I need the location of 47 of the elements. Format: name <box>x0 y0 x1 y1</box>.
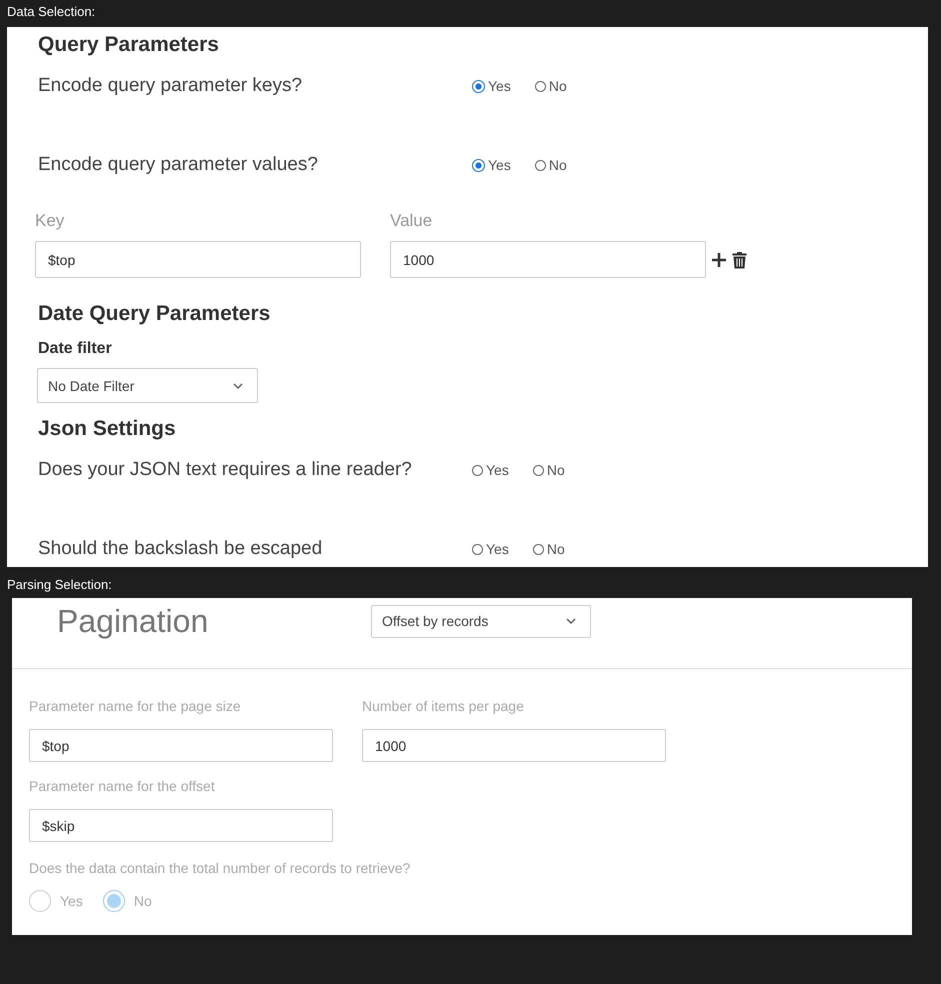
value-input[interactable]: 1000 <box>390 241 706 278</box>
radio-icon[interactable] <box>532 544 544 554</box>
radio-option[interactable]: Yes <box>472 541 509 557</box>
plus-icon <box>711 252 727 268</box>
radio-option[interactable]: No <box>532 462 565 478</box>
radio-option[interactable]: Yes <box>472 78 511 94</box>
chevron-down-icon <box>233 382 243 388</box>
field-label: Date filter <box>38 340 112 358</box>
text-input[interactable]: 1000 <box>362 729 666 762</box>
radio-option[interactable]: No <box>534 157 567 173</box>
question-label: Encode query parameter values? <box>38 154 318 176</box>
section-heading: Json Settings <box>38 417 176 441</box>
pagination-title: Pagination <box>57 602 208 638</box>
radio-icon[interactable] <box>534 80 546 92</box>
question-label: Should the backslash be escaped <box>38 538 322 560</box>
radio-option[interactable]: Yes <box>472 157 511 173</box>
key-header: Key <box>35 211 64 231</box>
section-label: Parsing Selection: <box>7 577 112 592</box>
field-label: Parameter name for the offset <box>29 778 215 794</box>
chevron-down-icon <box>566 618 576 624</box>
add-button[interactable] <box>711 252 727 268</box>
text-input[interactable]: $skip <box>29 809 333 842</box>
radio-option[interactable]: Yes <box>472 462 509 478</box>
radio-icon[interactable] <box>534 160 546 170</box>
radio-icon[interactable] <box>102 890 125 912</box>
radio-icon[interactable] <box>472 544 483 554</box>
field-label: Parameter name for the page size <box>29 698 241 714</box>
question-label: Does the data contain the total number of records to retrieve? <box>29 860 410 876</box>
question-label: Does your JSON text requires a line reader? <box>38 459 412 481</box>
delete-button[interactable] <box>732 250 747 268</box>
key-input[interactable]: $top <box>35 241 361 278</box>
radio-icon[interactable] <box>532 464 544 476</box>
trash-icon <box>732 250 747 268</box>
radio-icon[interactable] <box>472 464 483 476</box>
section-label: Data Selection: <box>7 4 96 19</box>
value-header: Value <box>390 211 432 231</box>
radio-icon[interactable] <box>472 158 485 172</box>
pagination-mode-dropdown[interactable]: Offset by records <box>371 604 591 638</box>
field-label: Number of items per page <box>362 698 524 714</box>
section-heading: Query Parameters <box>38 33 219 57</box>
question-label: Encode query parameter keys? <box>38 75 302 97</box>
text-input[interactable]: $top <box>29 729 333 762</box>
radio-icon[interactable] <box>472 80 485 92</box>
radio-option[interactable]: No <box>534 78 567 94</box>
date-filter-dropdown[interactable]: No Date Filter <box>37 368 258 403</box>
radio-option[interactable]: No <box>532 541 565 557</box>
section-heading: Date Query Parameters <box>38 302 270 326</box>
